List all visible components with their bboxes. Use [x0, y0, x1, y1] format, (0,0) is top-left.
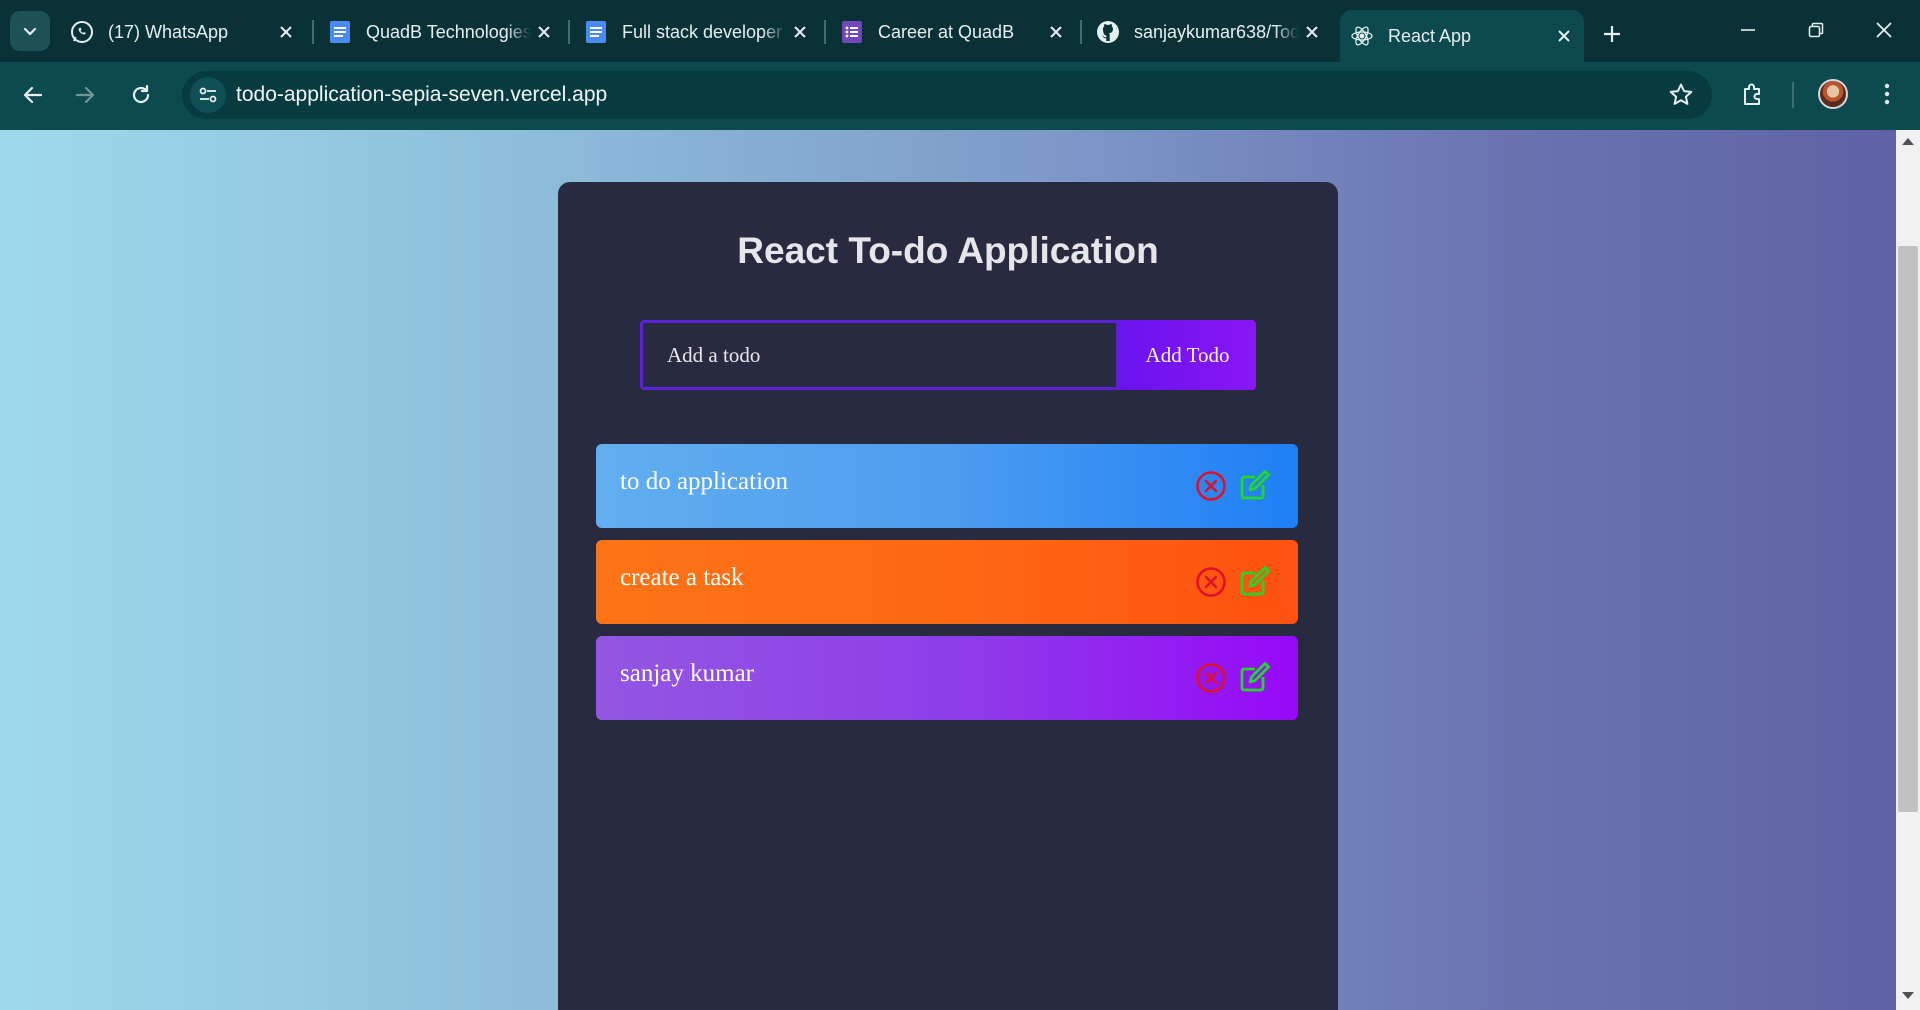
- edit-icon[interactable]: [1238, 468, 1272, 502]
- new-tab-button[interactable]: [1594, 16, 1630, 52]
- tune-icon: [199, 87, 217, 103]
- tab-separator: [568, 20, 570, 44]
- url-text[interactable]: todo-application-sepia-seven.vercel.app: [236, 83, 607, 107]
- arrow-right-icon: [75, 86, 95, 104]
- todo-card: React To-do Application Add Todo to do a…: [558, 182, 1338, 1010]
- delete-circle-x-icon[interactable]: [1195, 662, 1227, 694]
- tab-whatsapp[interactable]: (17) WhatsApp: [60, 12, 306, 52]
- close-icon[interactable]: [1044, 20, 1068, 44]
- profile-avatar[interactable]: [1818, 79, 1848, 109]
- todo-text: to do application: [620, 468, 789, 495]
- restore-icon: [1808, 22, 1824, 38]
- puzzle-icon: [1744, 83, 1760, 105]
- address-bar[interactable]: todo-application-sepia-seven.vercel.app: [182, 71, 1712, 119]
- forward-button[interactable]: [66, 76, 104, 114]
- minimize-button[interactable]: [1726, 12, 1770, 48]
- reload-icon: [132, 84, 150, 104]
- tab-title: sanjaykumar638/Todo: [1134, 21, 1299, 42]
- close-icon[interactable]: [1552, 24, 1576, 48]
- edit-icon[interactable]: [1238, 564, 1272, 598]
- more-vert-icon: [1884, 83, 1890, 105]
- github-icon: [1096, 20, 1120, 44]
- tab-search-button[interactable]: [10, 11, 50, 51]
- tab-title: QuadB Technologies: [366, 21, 531, 42]
- todo-text: sanjay kumar: [620, 660, 754, 687]
- todo-item: create a task: [596, 540, 1298, 624]
- toolbar-divider: [1792, 82, 1794, 108]
- app-title: React To-do Application: [737, 230, 1159, 271]
- scroll-down-arrow-icon[interactable]: [1902, 992, 1914, 999]
- back-button[interactable]: [14, 76, 52, 114]
- scroll-up-arrow-icon[interactable]: [1902, 138, 1914, 145]
- restore-button[interactable]: [1794, 12, 1838, 48]
- tab-separator: [824, 20, 826, 44]
- tab-career-at-quadb[interactable]: Career at QuadB: [830, 12, 1076, 52]
- close-window-button[interactable]: [1862, 12, 1906, 48]
- plus-icon: [1604, 26, 1620, 42]
- site-info-button[interactable]: [190, 77, 226, 113]
- tab-title: (17) WhatsApp: [108, 21, 229, 42]
- delete-circle-x-icon[interactable]: [1195, 566, 1227, 598]
- bookmark-star-icon[interactable]: [1668, 82, 1694, 108]
- tab-quadb-technologies[interactable]: QuadB Technologies: [318, 12, 564, 52]
- close-icon[interactable]: [532, 20, 556, 44]
- tab-react-app[interactable]: React App: [1340, 10, 1584, 62]
- browser-toolbar: todo-application-sepia-seven.vercel.app: [0, 62, 1920, 128]
- tab-github-repo[interactable]: sanjaykumar638/Todo: [1086, 12, 1332, 52]
- minimize-icon: [1741, 29, 1755, 31]
- todo-item: to do application: [596, 444, 1298, 528]
- tab-separator: [312, 20, 314, 44]
- close-icon: [1876, 22, 1892, 38]
- arrow-left-icon: [23, 86, 43, 104]
- tab-title: Full stack developer: [622, 21, 783, 42]
- chevron-down-icon: [23, 27, 37, 36]
- scrollbar-thumb[interactable]: [1898, 246, 1918, 812]
- todo-text: create a task: [620, 564, 744, 591]
- extensions-button[interactable]: [1736, 77, 1770, 111]
- todo-item: sanjay kumar: [596, 636, 1298, 720]
- menu-button[interactable]: [1870, 77, 1904, 111]
- docs-icon: [328, 20, 352, 44]
- todo-list: to do application create a task sanjay k…: [596, 444, 1298, 732]
- close-icon[interactable]: [788, 20, 812, 44]
- react-icon: [1350, 24, 1374, 48]
- forms-icon: [840, 20, 864, 44]
- close-icon[interactable]: [1300, 20, 1324, 44]
- docs-icon: [584, 20, 608, 44]
- edit-icon[interactable]: [1238, 660, 1272, 694]
- tab-full-stack-developer[interactable]: Full stack developer: [574, 12, 820, 52]
- tab-separator: [1080, 20, 1082, 44]
- tab-title: Career at QuadB: [878, 21, 1015, 42]
- todo-form: Add Todo: [640, 320, 1256, 390]
- todo-input[interactable]: [640, 320, 1119, 390]
- tab-title: React App: [1388, 25, 1472, 46]
- reload-button[interactable]: [122, 76, 160, 114]
- close-icon[interactable]: [274, 20, 298, 44]
- whatsapp-icon: [70, 20, 94, 44]
- tab-strip: (17) WhatsApp QuadB Technologies Full st…: [0, 0, 1920, 62]
- add-todo-button[interactable]: Add Todo: [1119, 320, 1256, 390]
- delete-circle-x-icon[interactable]: [1195, 470, 1227, 502]
